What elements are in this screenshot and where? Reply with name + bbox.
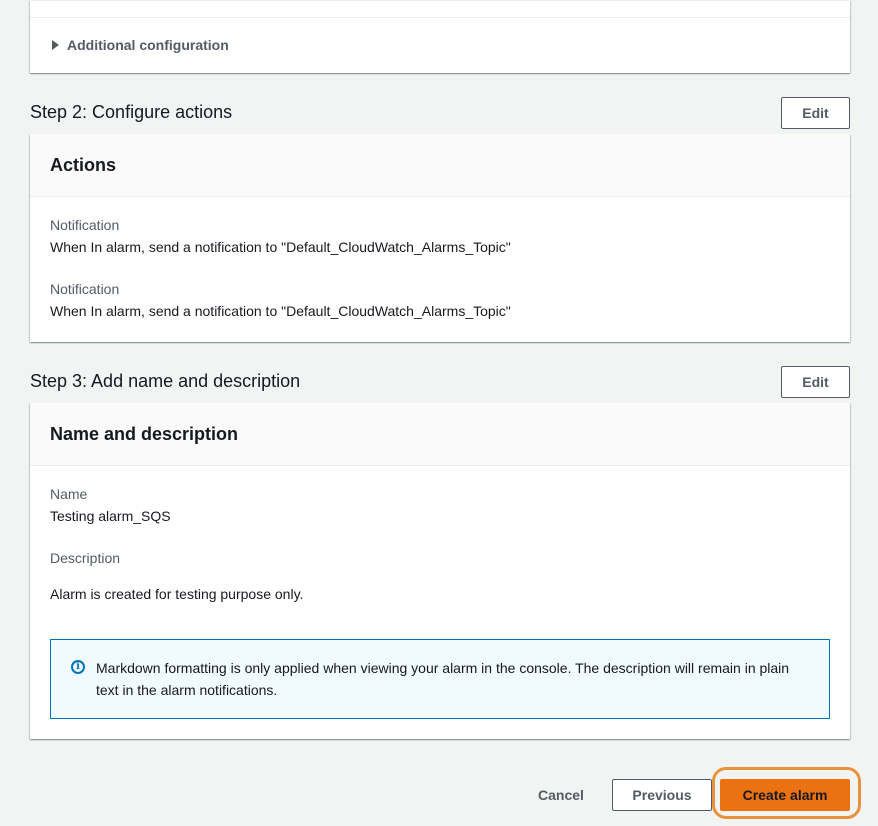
description-value: Alarm is created for testing purpose onl… <box>50 586 304 602</box>
step1-card: Additional configuration <box>30 0 850 73</box>
info-circle-icon: i <box>71 660 85 674</box>
info-alert-text: Markdown formatting is only applied when… <box>96 660 790 698</box>
caret-right-icon <box>52 40 59 50</box>
actions-card-title: Actions <box>50 155 117 175</box>
step3-title: Step 3: Add name and description <box>30 371 301 391</box>
divider <box>30 17 850 18</box>
previous-button[interactable]: Previous <box>612 779 712 811</box>
notification-label-2: Notification <box>50 281 120 297</box>
step2-edit-button[interactable]: Edit <box>781 97 850 129</box>
additional-configuration-label: Additional configuration <box>67 37 229 53</box>
name-description-card-title: Name and description <box>50 424 239 444</box>
name-label: Name <box>50 486 88 502</box>
actions-card: Actions Notification When In alarm, send… <box>30 134 850 342</box>
info-alert: i Markdown formatting is only applied wh… <box>50 639 830 719</box>
description-label: Description <box>50 550 121 566</box>
step3-edit-button[interactable]: Edit <box>781 366 850 398</box>
name-value: Testing alarm_SQS <box>50 508 171 524</box>
step2-title: Step 2: Configure actions <box>30 102 233 122</box>
cancel-button[interactable]: Cancel <box>523 779 599 811</box>
notification-label-1: Notification <box>50 217 120 233</box>
actions-card-header: Actions <box>30 134 850 197</box>
name-description-card: Name and description Name Testing alarm_… <box>30 403 850 739</box>
notification-value-2: When In alarm, send a notification to "D… <box>50 303 511 319</box>
name-description-card-header: Name and description <box>30 403 850 466</box>
create-alarm-button[interactable]: Create alarm <box>720 779 850 811</box>
additional-configuration-toggle[interactable]: Additional configuration <box>52 37 229 53</box>
notification-value-1: When In alarm, send a notification to "D… <box>50 239 511 255</box>
